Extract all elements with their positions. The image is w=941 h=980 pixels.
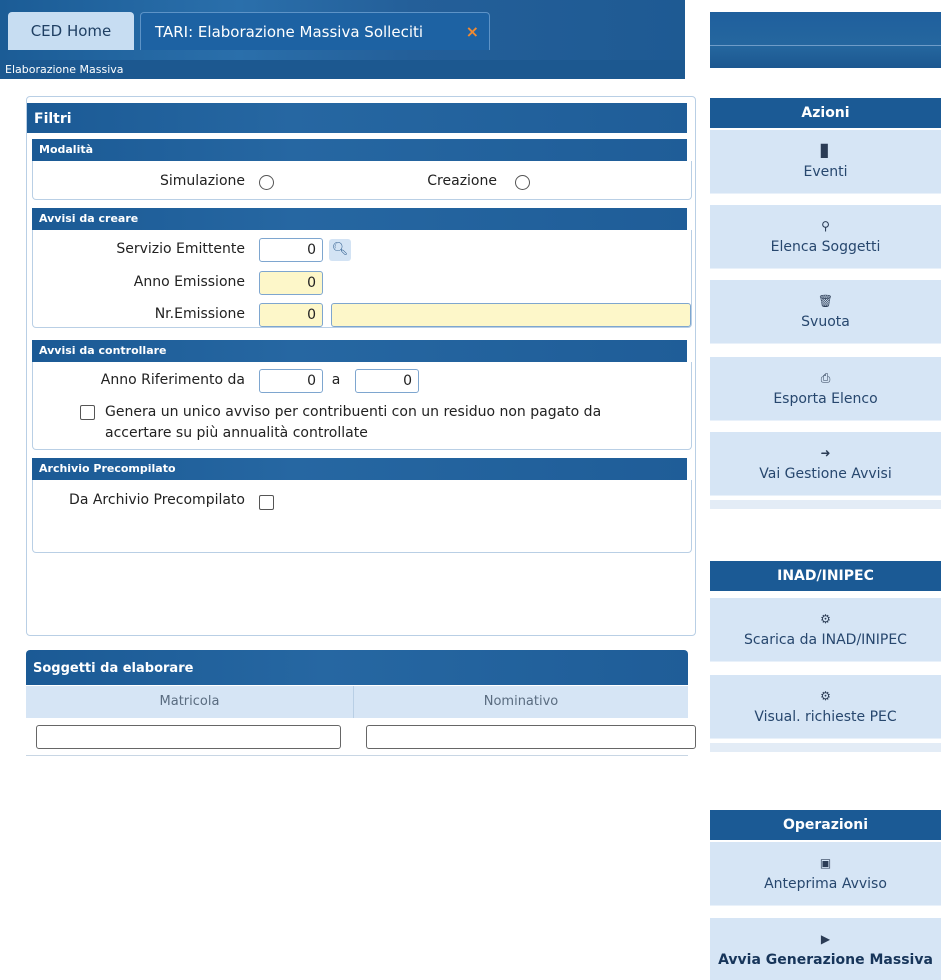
anno-riferimento-a-label: a (331, 372, 341, 388)
tab-title: TARI: Elaborazione Massiva Solleciti (155, 23, 424, 41)
genera-unico-avviso-checkbox[interactable] (80, 405, 95, 420)
page-subtitle: Elaborazione Massiva (0, 60, 685, 79)
filtri-header: Filtri (27, 103, 687, 133)
close-icon[interactable]: × (466, 13, 479, 51)
scarica-inad-label: Scarica da INAD/INIPEC (744, 632, 907, 648)
visual-richieste-pec-label: Visual. richieste PEC (754, 709, 897, 725)
avvia-generazione-massiva-button[interactable]: ▶ Avvia Generazione Massiva (710, 918, 941, 980)
anno-riferimento-label: Anno Riferimento da (100, 372, 245, 388)
archivio-precompilato-label: Da Archivio Precompilato (69, 492, 245, 508)
vai-gestione-avvisi-label: Vai Gestione Avvisi (759, 466, 892, 482)
creazione-label: Creazione (427, 173, 497, 189)
genera-line-1: Genera un unico avviso per contribuenti … (105, 404, 602, 420)
eventi-label: Eventi (803, 164, 848, 180)
soggetti-header: Soggetti da elaborare (26, 650, 688, 685)
gear-icon: ⚙ (820, 612, 831, 626)
creazione-radio[interactable] (515, 175, 530, 190)
operazioni-header: Operazioni (710, 810, 941, 840)
column-nominativo[interactable]: Nominativo (354, 686, 688, 718)
play-icon: ▶ (820, 932, 831, 946)
servizio-emittente-label: Servizio Emittente (116, 241, 245, 257)
avvisi-creare-header: Avvisi da creare (32, 208, 687, 230)
tab-bar: CED Home TARI: Elaborazione Massiva Soll… (0, 0, 685, 60)
trash-icon: 🗑︎ (817, 294, 834, 308)
anno-emissione-input[interactable]: 0 (259, 271, 323, 295)
scarica-inad-button[interactable]: ⚙ Scarica da INAD/INIPEC (710, 598, 941, 662)
genera-unico-avviso-label: Genera un unico avviso per contribuenti … (105, 402, 685, 444)
search-icon[interactable]: 🔍︎ (329, 239, 351, 261)
archivio-header: Archivio Precompilato (32, 458, 687, 480)
nr-emissione-input[interactable]: 0 (259, 303, 323, 327)
tab-ced-home[interactable]: CED Home (8, 12, 134, 50)
filter-row (26, 718, 696, 756)
print-icon: ⎙ (820, 371, 831, 385)
visual-richieste-pec-button[interactable]: ⚙ Visual. richieste PEC (710, 675, 941, 739)
azioni-header: Azioni (710, 98, 941, 128)
anno-emissione-label: Anno Emissione (133, 274, 245, 290)
column-matricola[interactable]: Matricola (26, 686, 354, 718)
eventi-button[interactable]: ▊ Eventi (710, 130, 941, 194)
avvisi-controllare-header: Avvisi da controllare (32, 340, 687, 362)
avvia-generazione-massiva-label: Avvia Generazione Massiva (718, 952, 933, 968)
inad-footer (710, 743, 941, 752)
simulazione-label: Simulazione (159, 173, 245, 189)
elenca-soggetti-label: Elenca Soggetti (770, 239, 881, 255)
archivio-section (32, 480, 692, 553)
simulazione-radio[interactable] (259, 175, 274, 190)
esporta-elenco-button[interactable]: ⎙ Esporta Elenco (710, 357, 941, 421)
gear-icon: ⚙ (820, 689, 831, 703)
genera-line-2: accertare su più annualità controllate (105, 425, 368, 441)
esporta-elenco-label: Esporta Elenco (773, 391, 878, 407)
tab-tari-elaborazione[interactable]: TARI: Elaborazione Massiva Solleciti × (140, 12, 490, 50)
anno-riferimento-da-input[interactable]: 0 (259, 369, 323, 393)
search-icon: ⚲ (821, 219, 830, 233)
book-icon: ▊ (820, 144, 831, 158)
right-panel-topbar (710, 12, 941, 68)
svuota-label: Svuota (801, 314, 850, 330)
nr-emissione-label: Nr.Emissione (154, 306, 245, 322)
azioni-footer (710, 500, 941, 509)
image-icon: ▣ (819, 856, 832, 870)
inad-header: INAD/INIPEC (710, 561, 941, 591)
modalita-header: Modalità (32, 139, 687, 161)
anteprima-avviso-label: Anteprima Avviso (764, 876, 887, 892)
anteprima-avviso-button[interactable]: ▣ Anteprima Avviso (710, 842, 941, 906)
anno-riferimento-a-input[interactable]: 0 (355, 369, 419, 393)
nr-emissione-description[interactable] (331, 303, 691, 327)
servizio-emittente-input[interactable]: 0 (259, 238, 323, 262)
arrow-right-icon: ➜ (820, 446, 831, 460)
nominativo-filter-input[interactable] (366, 725, 696, 749)
archivio-precompilato-checkbox[interactable] (259, 495, 274, 510)
vai-gestione-avvisi-button[interactable]: ➜ Vai Gestione Avvisi (710, 432, 941, 496)
matricola-filter-input[interactable] (36, 725, 341, 749)
elenca-soggetti-button[interactable]: ⚲ Elenca Soggetti (710, 205, 941, 269)
svuota-button[interactable]: 🗑︎ Svuota (710, 280, 941, 344)
